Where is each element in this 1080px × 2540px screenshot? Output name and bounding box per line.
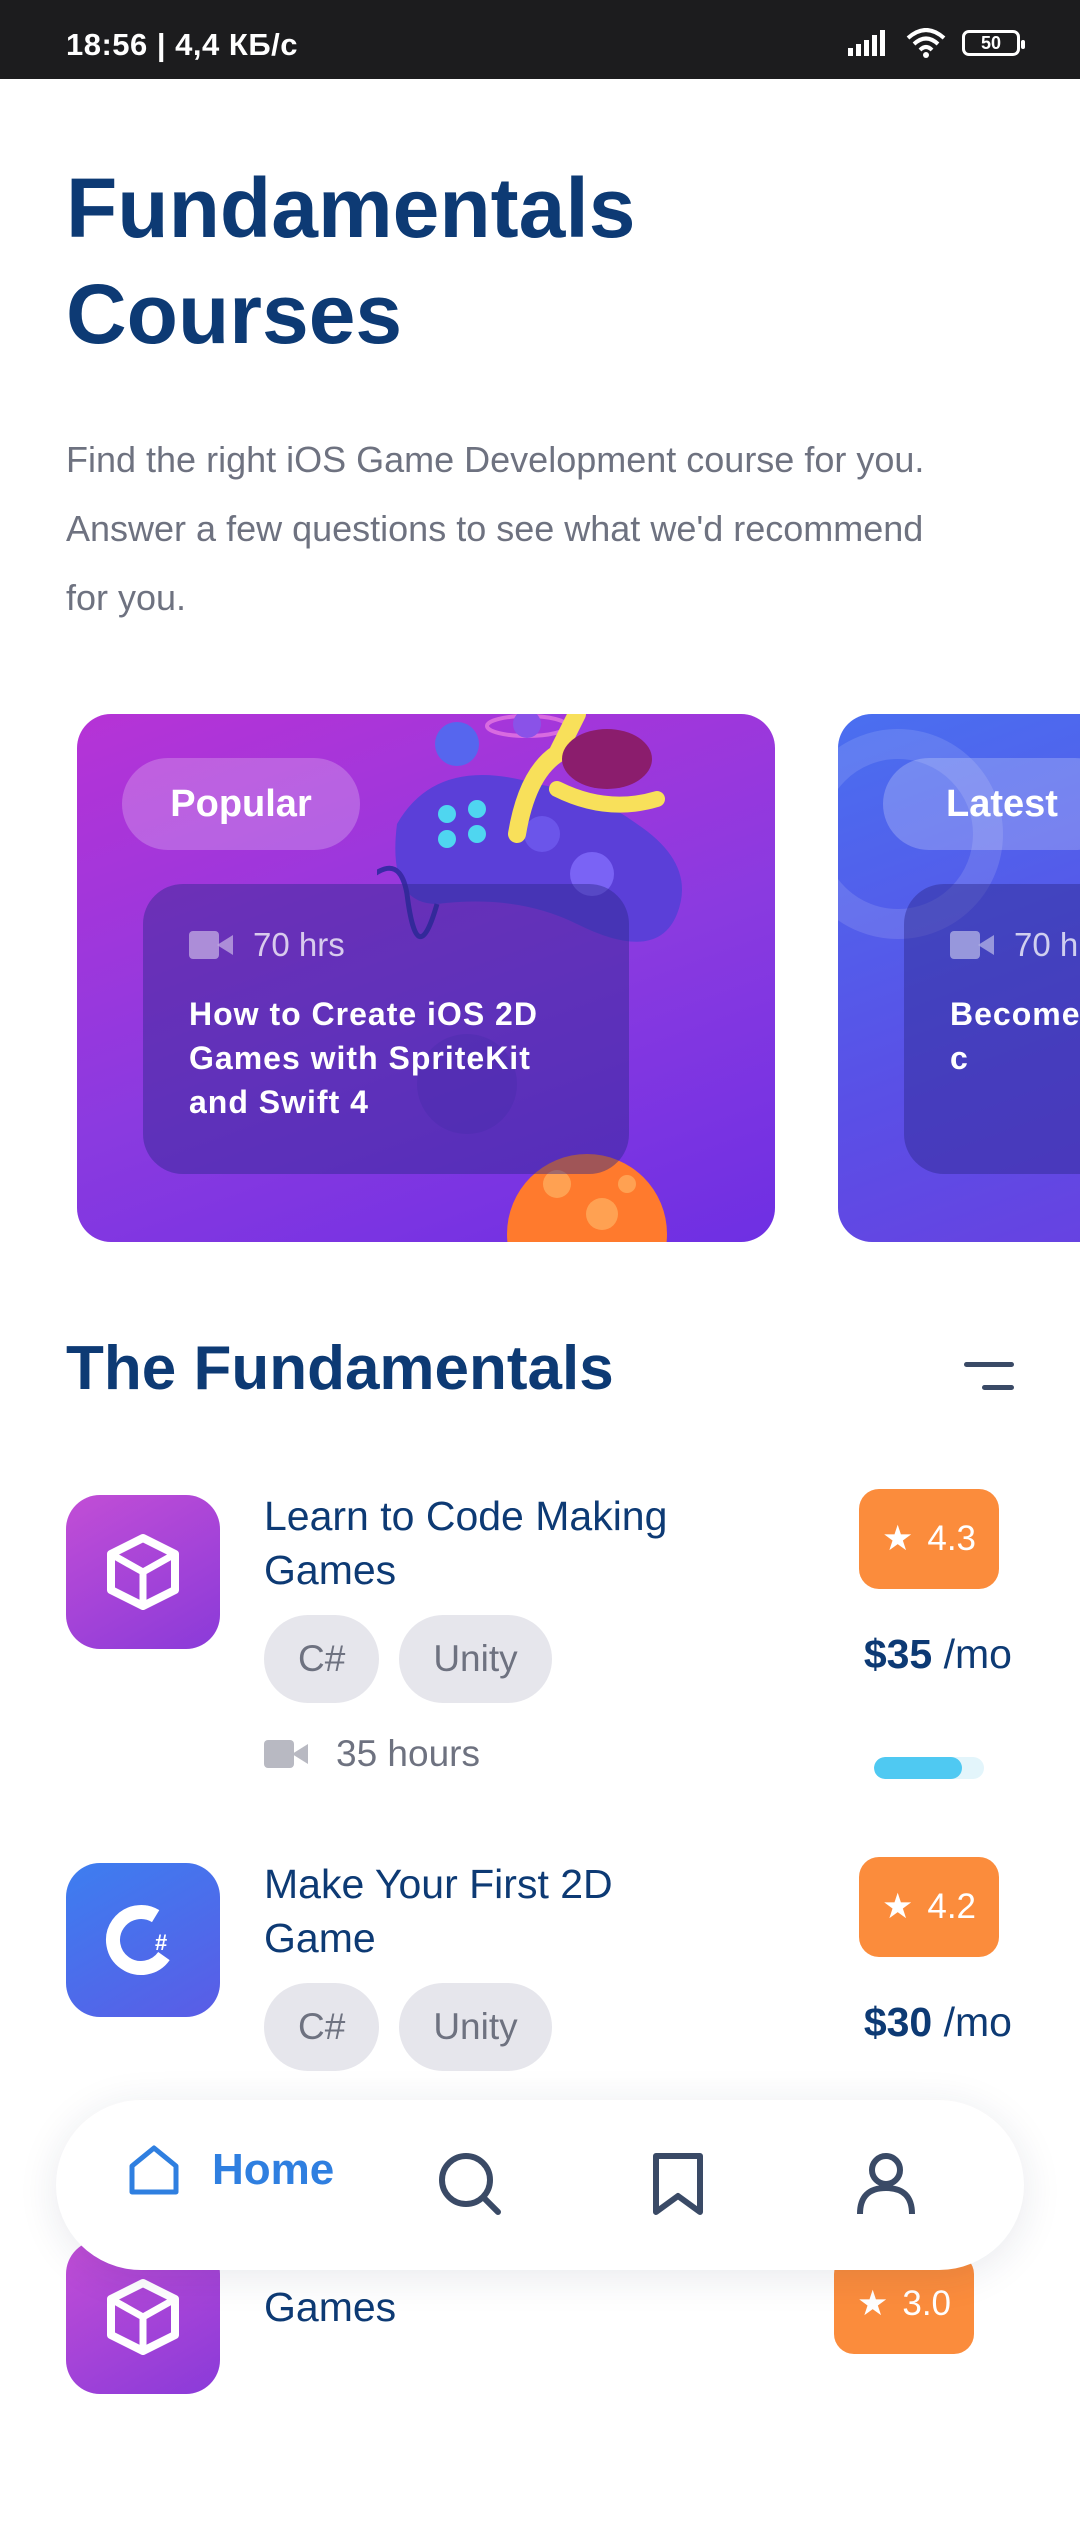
wifi-icon: [906, 28, 946, 58]
page-description: Find the right iOS Game Development cour…: [66, 439, 925, 618]
course-hours: 35 hours: [336, 1733, 480, 1774]
battery-icon: 50: [962, 30, 1025, 56]
status-time: 18:56 | 4,4 КБ/с: [66, 27, 298, 62]
badge-latest: Latest: [883, 758, 1080, 850]
rating-value: 4.3: [927, 1519, 977, 1558]
course-title: Make Your First 2D Game: [264, 1861, 613, 1961]
rating-badge: ★ 4.3: [859, 1489, 999, 1589]
rating-value: 4.2: [927, 1887, 977, 1926]
status-icons: 50: [848, 28, 1025, 58]
page-title-line1: Fundamentals: [66, 161, 636, 255]
course-item[interactable]: Learn to Code Making Games C# Unity 35 h…: [0, 1489, 1080, 1795]
featured-card-info: 70 h Become designe series c: [904, 884, 1080, 1174]
tag[interactable]: C#: [264, 1615, 380, 1703]
rating-value: 3.0: [902, 2284, 952, 2323]
featured-card-latest[interactable]: Latest 70 h Become designe series c: [838, 714, 1080, 1242]
course-title: Learn to Code Making Games: [264, 1493, 668, 1593]
featured-duration: 70 h: [950, 926, 1078, 964]
course-title: Games: [264, 2284, 397, 2330]
progress-bar: [874, 1757, 984, 1779]
profile-icon[interactable]: [852, 2150, 920, 2218]
bookmark-icon[interactable]: [644, 2150, 712, 2218]
star-icon: ★: [881, 1887, 914, 1926]
featured-card-info: 70 hrs How to Create iOS 2D Games with S…: [143, 884, 629, 1174]
status-bar: 18:56 | 4,4 КБ/с 50: [0, 0, 1080, 79]
price: $35 /mo: [864, 1631, 1012, 1678]
signal-icon: [848, 30, 885, 56]
video-icon: [189, 931, 235, 959]
bottom-nav: Home: [56, 2100, 1024, 2270]
nav-home-label: Home: [212, 2145, 335, 2194]
featured-card-popular[interactable]: Popular 70 hrs How to Create iOS 2D Game…: [77, 714, 775, 1242]
home-icon: [129, 2145, 179, 2195]
price-unit: /mo: [943, 1631, 1012, 1677]
course-item[interactable]: Games ★ 3.0: [0, 2240, 1080, 2540]
tag[interactable]: Unity: [399, 1983, 552, 2071]
price: $30 /mo: [864, 1999, 1012, 2046]
price-unit: /mo: [943, 1999, 1012, 2045]
price-value: $30: [863, 1999, 933, 2045]
unity-logo-icon: [66, 1495, 220, 1649]
featured-duration: 70 hrs: [189, 926, 345, 964]
battery-level: 50: [980, 32, 1002, 53]
course-tags: C# Unity: [264, 1615, 552, 1703]
featured-hours: 70 h: [1014, 926, 1079, 963]
csharp-logo-icon: #: [66, 1863, 220, 2017]
page-title: Fundamentals Courses: [66, 155, 866, 367]
search-icon[interactable]: [436, 2150, 504, 2218]
star-icon: ★: [856, 2284, 889, 2323]
nav-home[interactable]: Home: [126, 2142, 334, 2198]
star-icon: ★: [881, 1519, 914, 1558]
page-title-line2: Courses: [66, 267, 403, 361]
course-tags: C# Unity: [264, 1983, 552, 2071]
rating-badge: ★ 4.2: [859, 1857, 999, 1957]
price-value: $35: [863, 1631, 933, 1677]
course-duration: 35 hours: [264, 1733, 480, 1775]
filter-icon[interactable]: [960, 1358, 1018, 1394]
tag[interactable]: C#: [264, 1983, 380, 2071]
featured-title: Become designe series c: [950, 996, 1080, 1076]
featured-hours: 70 hrs: [253, 926, 345, 963]
section-title: The Fundamentals: [66, 1334, 614, 1403]
svg-text:#: #: [155, 1930, 167, 1955]
featured-carousel[interactable]: Popular 70 hrs How to Create iOS 2D Game…: [0, 714, 1080, 1244]
progress-fill: [874, 1757, 962, 1779]
tag[interactable]: Unity: [399, 1615, 552, 1703]
badge-popular: Popular: [122, 758, 360, 850]
video-icon: [264, 1740, 310, 1768]
featured-title: How to Create iOS 2D Games with SpriteKi…: [189, 996, 538, 1120]
video-icon: [950, 931, 996, 959]
